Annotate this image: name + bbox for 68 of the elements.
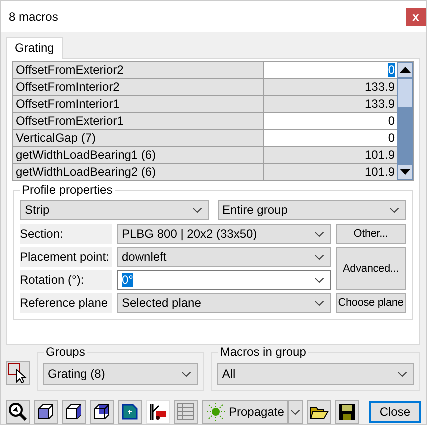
groups-dropdown[interactable]: Grating (8): [43, 363, 198, 385]
button[interactable]: Advanced...: [336, 247, 406, 290]
property-name: OffsetFromExterior2: [13, 62, 263, 78]
dropdown[interactable]: downleft: [117, 247, 331, 267]
property-value[interactable]: 0: [264, 113, 397, 129]
macros-dropdown[interactable]: All: [217, 363, 414, 385]
property-name: VerticalGap (7): [13, 130, 263, 146]
field-label: Reference plane: [20, 293, 112, 313]
toolbar-button[interactable]: [90, 400, 114, 424]
save-button[interactable]: [335, 400, 360, 424]
caret-icon: [182, 372, 192, 376]
property-name: OffsetFromInterior1: [13, 96, 263, 112]
toolbar-button[interactable]: [34, 400, 58, 424]
caret-icon: [315, 300, 324, 306]
scroll-up-icon[interactable]: [397, 62, 413, 78]
dropdown-button[interactable]: [288, 400, 304, 424]
property-name: getWidthLoadBearing1 (6): [13, 147, 263, 163]
tab[interactable]: Grating: [6, 37, 64, 59]
property-value[interactable]: 133.9: [264, 96, 397, 112]
crane-icon: [148, 402, 168, 422]
property-name: OffsetFromExterior1: [13, 113, 263, 129]
button[interactable]: Choose plane: [336, 293, 406, 313]
add-part-icon: [120, 402, 140, 422]
toolbar-button[interactable]: [62, 400, 86, 424]
input-field[interactable]: 0°: [117, 270, 331, 290]
property-value[interactable]: 101.9: [264, 164, 397, 180]
caret-icon: [315, 278, 324, 282]
select-tool-button[interactable]: [6, 361, 30, 385]
field-label: Rotation (°):: [20, 270, 112, 290]
property-value[interactable]: 101.9: [264, 147, 397, 163]
propagate-button[interactable]: Propagate: [202, 400, 288, 424]
group-title: Groups: [44, 345, 88, 360]
caret-icon: [315, 232, 324, 236]
caret-icon: [192, 208, 202, 212]
caret-icon: [398, 372, 407, 376]
magnifier-icon: [8, 402, 28, 422]
cube-icon: [92, 402, 112, 422]
open-button[interactable]: [307, 400, 332, 424]
property-value[interactable]: 133.9: [264, 79, 397, 95]
close-button[interactable]: x: [406, 8, 426, 26]
scrollbar-thumb[interactable]: [397, 78, 413, 108]
table-icon: [176, 402, 196, 422]
caret-icon: [315, 254, 324, 260]
group-title: Profile properties: [20, 183, 115, 198]
select-object-icon: [8, 363, 28, 383]
caret-icon: [291, 410, 300, 414]
cube-icon: [64, 402, 84, 422]
property-value[interactable]: 0: [264, 130, 397, 146]
toolbar-button[interactable]: [6, 400, 30, 424]
group-title: Macros in group: [218, 345, 308, 360]
property-name: getWidthLoadBearing2 (6): [13, 164, 263, 180]
propagate-icon: [206, 402, 226, 422]
dropdown[interactable]: PLBG 800 | 20x2 (33x50): [117, 224, 331, 244]
field-label: Section:: [20, 224, 112, 244]
scroll-down-icon[interactable]: [397, 164, 413, 180]
type-dropdown[interactable]: Strip: [20, 200, 208, 220]
button[interactable]: Other...: [336, 224, 406, 244]
property-value[interactable]: 0: [264, 62, 397, 78]
property-name: OffsetFromInterior2: [13, 79, 263, 95]
window-title: 8 macros: [9, 10, 58, 24]
cube-icon: [36, 402, 56, 422]
field-label: Placement point:: [20, 247, 112, 267]
close-button[interactable]: Close: [369, 401, 421, 423]
toolbar-button[interactable]: [118, 400, 142, 424]
dropdown[interactable]: Selected plane: [117, 293, 331, 313]
scope-dropdown[interactable]: Entire group: [218, 200, 406, 220]
scrollbar[interactable]: [397, 62, 413, 180]
caret-icon: [390, 208, 399, 212]
